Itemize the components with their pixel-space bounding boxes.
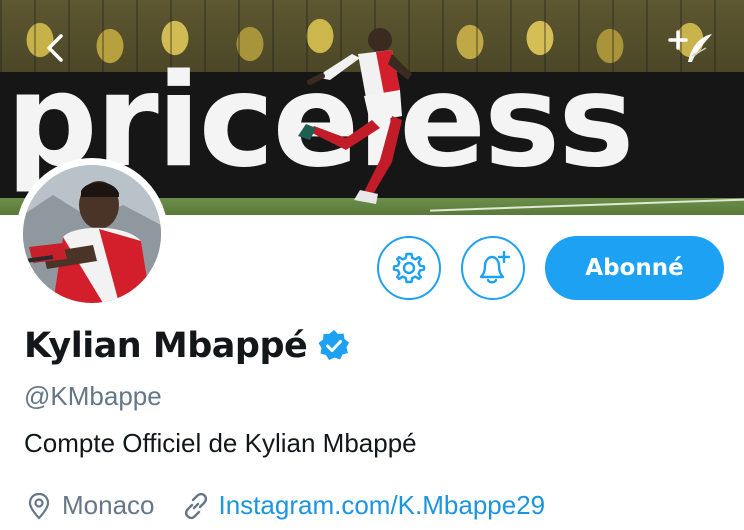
avatar-photo	[23, 165, 161, 303]
profile-avatar[interactable]	[16, 158, 168, 310]
back-arrow-icon	[47, 34, 63, 62]
compose-tweet-button[interactable]	[668, 28, 718, 70]
location-item: Monaco	[24, 490, 155, 521]
bell-plus-icon	[479, 250, 511, 284]
profile-name-row: Kylian Mbappé	[24, 326, 351, 366]
website-link-text[interactable]: Instagram.com/K.Mbappe29	[219, 490, 546, 521]
link-icon	[184, 492, 207, 519]
profile-handle: @KMbappe	[24, 381, 162, 411]
location-text: Monaco	[62, 490, 155, 520]
location-pin-icon	[28, 492, 50, 520]
profile-meta-row: Monaco Instagram.com/K.Mbappe29	[24, 490, 545, 521]
settings-button[interactable]	[377, 236, 441, 300]
gear-icon	[392, 252, 426, 284]
website-link[interactable]: Instagram.com/K.Mbappe29	[181, 490, 546, 521]
compose-tweet-icon	[668, 30, 712, 62]
verified-badge-icon	[318, 330, 350, 360]
notifications-button[interactable]	[461, 236, 525, 300]
profile-bio: Compte Officiel de Kylian Mbappé	[24, 428, 417, 458]
following-button[interactable]: Abonné	[545, 236, 724, 300]
back-button[interactable]	[38, 30, 74, 66]
profile-name: Kylian Mbappé	[24, 326, 308, 366]
banner-player-image	[298, 28, 412, 204]
